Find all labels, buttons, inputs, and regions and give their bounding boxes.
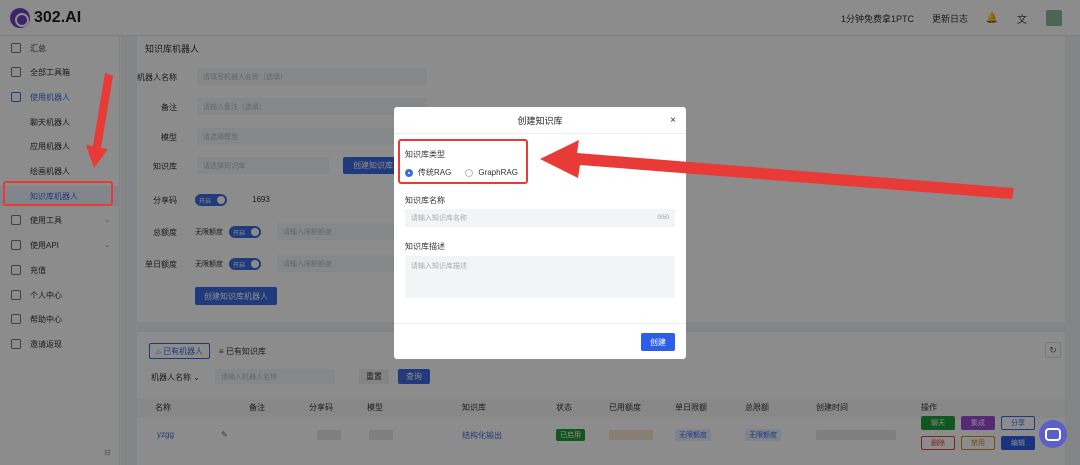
- modal-footer-divider: [394, 323, 686, 324]
- kb-name-input[interactable]: 请输入知识库名称 0/50: [405, 209, 675, 227]
- kb-desc-label: 知识库描述: [405, 242, 445, 251]
- char-count: 0/50: [657, 215, 669, 221]
- create-button[interactable]: 创建: [641, 333, 675, 351]
- sidebar-highlight-box: [3, 181, 113, 206]
- kb-type-highlight-box: [398, 139, 528, 184]
- modal-title: 创建知识库: [394, 107, 686, 134]
- kb-desc-textarea[interactable]: 请输入知识库描述: [405, 256, 675, 298]
- chat-support-icon[interactable]: [1039, 420, 1067, 448]
- close-icon[interactable]: ×: [670, 115, 676, 126]
- kb-name-placeholder: 请输入知识库名称: [411, 215, 467, 222]
- kb-name-label: 知识库名称: [405, 196, 445, 205]
